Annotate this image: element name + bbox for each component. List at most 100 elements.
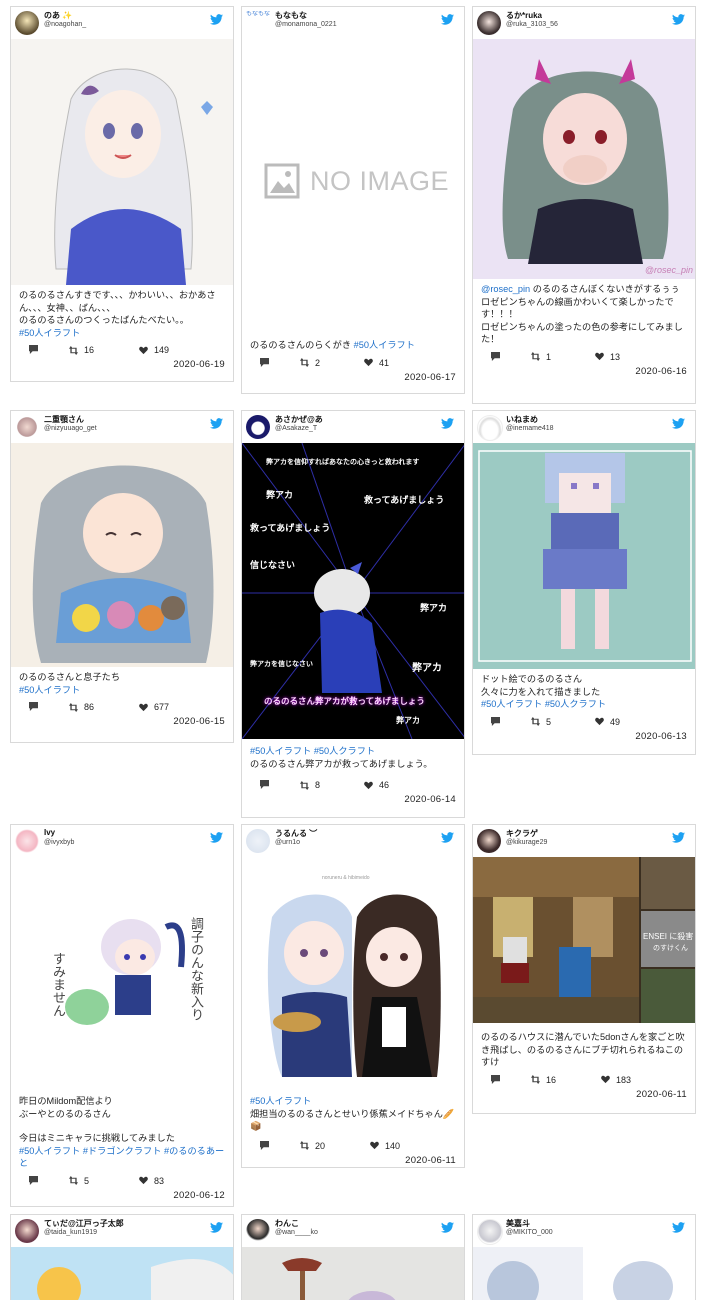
tweet-image[interactable] <box>473 443 695 669</box>
tweet-card[interactable]: Ivy @ivyxbyb すみません 調子のんな新入り 昨日のMildom配信よ… <box>10 824 234 1207</box>
tweet-date[interactable]: 2020-06-11 <box>473 1089 695 1106</box>
hashtag[interactable]: #50人イラフト #50人クラフト <box>250 745 456 758</box>
user-handle[interactable]: @nizyuuago_get <box>44 425 97 432</box>
tweet-date[interactable]: 2020-06-16 <box>473 366 695 383</box>
twitter-icon[interactable] <box>441 14 454 25</box>
mention-link[interactable]: @rosec_pin <box>481 284 530 294</box>
retweet-button[interactable]: 8 <box>300 780 320 790</box>
user-handle[interactable]: @urn1o <box>275 839 300 846</box>
tweet-date[interactable]: 2020-06-14 <box>242 794 464 811</box>
avatar[interactable] <box>477 11 501 35</box>
twitter-icon[interactable] <box>441 418 454 429</box>
avatar[interactable] <box>246 1219 270 1243</box>
retweet-button[interactable]: 16 <box>531 1075 556 1085</box>
user-name[interactable]: 美嘉斗 <box>506 1218 530 1229</box>
twitter-icon[interactable] <box>672 832 685 843</box>
tweet-image[interactable]: @rosec_pin <box>473 39 695 279</box>
retweet-button[interactable]: 5 <box>69 1176 89 1186</box>
tweet-card[interactable]: わんこ @wan____ko <box>241 1214 465 1300</box>
user-name[interactable]: もなもな <box>275 10 307 21</box>
tweet-date[interactable]: 2020-06-11 <box>242 1155 464 1168</box>
tweet-card[interactable]: のあ ✨ @noagohan_ のるのるさんすきです、、、かわいい、、おかあさん… <box>10 6 234 382</box>
tweet-card[interactable]: 美嘉斗 @MIKITO_000 <box>472 1214 696 1300</box>
tweet-card[interactable]: いねまめ @inemame418 ドット絵でのるのるさん 久々に力を入れて描きま… <box>472 410 696 755</box>
tweet-card[interactable]: てぃだ@江戸っ子太郎 @taida_kun1919 <box>10 1214 234 1300</box>
tweet-date[interactable]: 2020-06-12 <box>11 1190 233 1207</box>
reply-button[interactable] <box>491 1074 506 1084</box>
twitter-icon[interactable] <box>441 1222 454 1233</box>
user-handle[interactable]: @inemame418 <box>506 425 554 432</box>
tweet-date[interactable]: 2020-06-15 <box>11 716 233 733</box>
twitter-icon[interactable] <box>672 1222 685 1233</box>
avatar[interactable] <box>15 11 39 35</box>
retweet-button[interactable]: 5 <box>531 717 551 727</box>
twitter-icon[interactable] <box>441 832 454 843</box>
tweet-card[interactable]: うるんる ︶ @urn1o noruneru & hibimeido #50人イ… <box>241 824 465 1168</box>
avatar[interactable] <box>15 415 39 439</box>
user-handle[interactable]: @kikurage29 <box>506 839 547 846</box>
user-name[interactable]: るか*ruka <box>506 10 542 21</box>
retweet-button[interactable]: 20 <box>300 1141 325 1151</box>
avatar[interactable]: もなもな <box>246 11 270 35</box>
hashtag[interactable]: #50人イラフト <box>19 684 225 697</box>
tweet-image[interactable]: すみません 調子のんな新入り <box>11 857 233 1079</box>
avatar[interactable] <box>246 415 270 439</box>
like-button[interactable]: 83 <box>139 1176 164 1186</box>
avatar[interactable] <box>15 829 39 853</box>
like-button[interactable]: 183 <box>601 1075 631 1085</box>
tweet-image[interactable]: 弊アカを信仰すればあなたの心きっと救われます 弊アカ 救ってあげましょう 救って… <box>242 443 464 739</box>
hashtag[interactable]: #50人イラフト <box>354 340 415 350</box>
reply-button[interactable] <box>260 1140 275 1150</box>
twitter-icon[interactable] <box>210 832 223 843</box>
retweet-button[interactable]: 16 <box>69 345 94 355</box>
twitter-icon[interactable] <box>210 1222 223 1233</box>
reply-button[interactable] <box>491 351 506 361</box>
user-name[interactable]: わんこ <box>275 1218 299 1229</box>
tweet-image[interactable] <box>242 1247 464 1300</box>
user-name[interactable]: うるんる ︶ <box>275 828 317 839</box>
like-button[interactable]: 13 <box>595 352 620 362</box>
tweet-date[interactable]: 2020-06-19 <box>11 359 233 376</box>
like-button[interactable]: 149 <box>139 345 169 355</box>
twitter-icon[interactable] <box>210 14 223 25</box>
like-button[interactable]: 49 <box>595 717 620 727</box>
twitter-icon[interactable] <box>672 418 685 429</box>
user-handle[interactable]: @taida_kun1919 <box>44 1229 97 1236</box>
user-name[interactable]: 二重顎さん <box>44 414 84 425</box>
reply-button[interactable] <box>29 702 44 711</box>
tweet-image[interactable]: noruneru & hibimeido <box>242 857 464 1081</box>
tweet-card[interactable]: るか*ruka @ruka_3103_56 @rosec_pin @rosec_… <box>472 6 696 404</box>
tweet-card[interactable]: キクラゲ @kikurage29 ENSEI に殺害 のすけくん のるのるハウス… <box>472 824 696 1114</box>
user-handle[interactable]: @ivyxbyb <box>44 839 74 846</box>
tweet-card[interactable]: あさかぜ@あ @Asakaze_T 弊アカを信仰すればあなたの心きっと救われます… <box>241 410 465 818</box>
avatar[interactable] <box>477 829 501 853</box>
tweet-image[interactable]: ENSEI に殺害 のすけくん <box>473 857 695 1023</box>
twitter-icon[interactable] <box>672 14 685 25</box>
hashtag[interactable]: #50人イラフト <box>19 327 225 340</box>
twitter-icon[interactable] <box>210 418 223 429</box>
tweet-image[interactable] <box>11 443 233 667</box>
user-handle[interactable]: @ruka_3103_56 <box>506 21 558 28</box>
tweet-image[interactable] <box>473 1247 695 1300</box>
user-name[interactable]: Ivy <box>44 828 55 837</box>
tweet-image[interactable] <box>11 39 233 285</box>
avatar[interactable] <box>477 415 503 441</box>
user-handle[interactable]: @wan____ko <box>275 1229 318 1236</box>
like-button[interactable]: 41 <box>364 358 389 368</box>
reply-button[interactable] <box>29 345 44 354</box>
tweet-date[interactable]: 2020-06-17 <box>242 372 464 389</box>
avatar[interactable] <box>15 1219 39 1243</box>
user-name[interactable]: いねまめ <box>506 414 538 425</box>
retweet-button[interactable]: 2 <box>300 358 320 368</box>
user-name[interactable]: のあ ✨ <box>44 10 72 21</box>
user-handle[interactable]: @Asakaze_T <box>275 425 317 432</box>
hashtag[interactable]: #50人イラフト #ドラゴンクラフト #のるのるあーと <box>19 1145 225 1170</box>
retweet-button[interactable]: 86 <box>69 702 94 712</box>
avatar[interactable] <box>477 1219 503 1245</box>
retweet-button[interactable]: 1 <box>531 352 551 362</box>
like-button[interactable]: 677 <box>139 702 169 712</box>
user-name[interactable]: あさかぜ@あ <box>275 414 323 425</box>
user-handle[interactable]: @MIKITO_000 <box>506 1229 553 1236</box>
tweet-card[interactable]: もなもな もなもな @monamona_0221 NO IMAGE のるのるさん… <box>241 6 465 394</box>
tweet-date[interactable]: 2020-06-13 <box>473 731 695 748</box>
